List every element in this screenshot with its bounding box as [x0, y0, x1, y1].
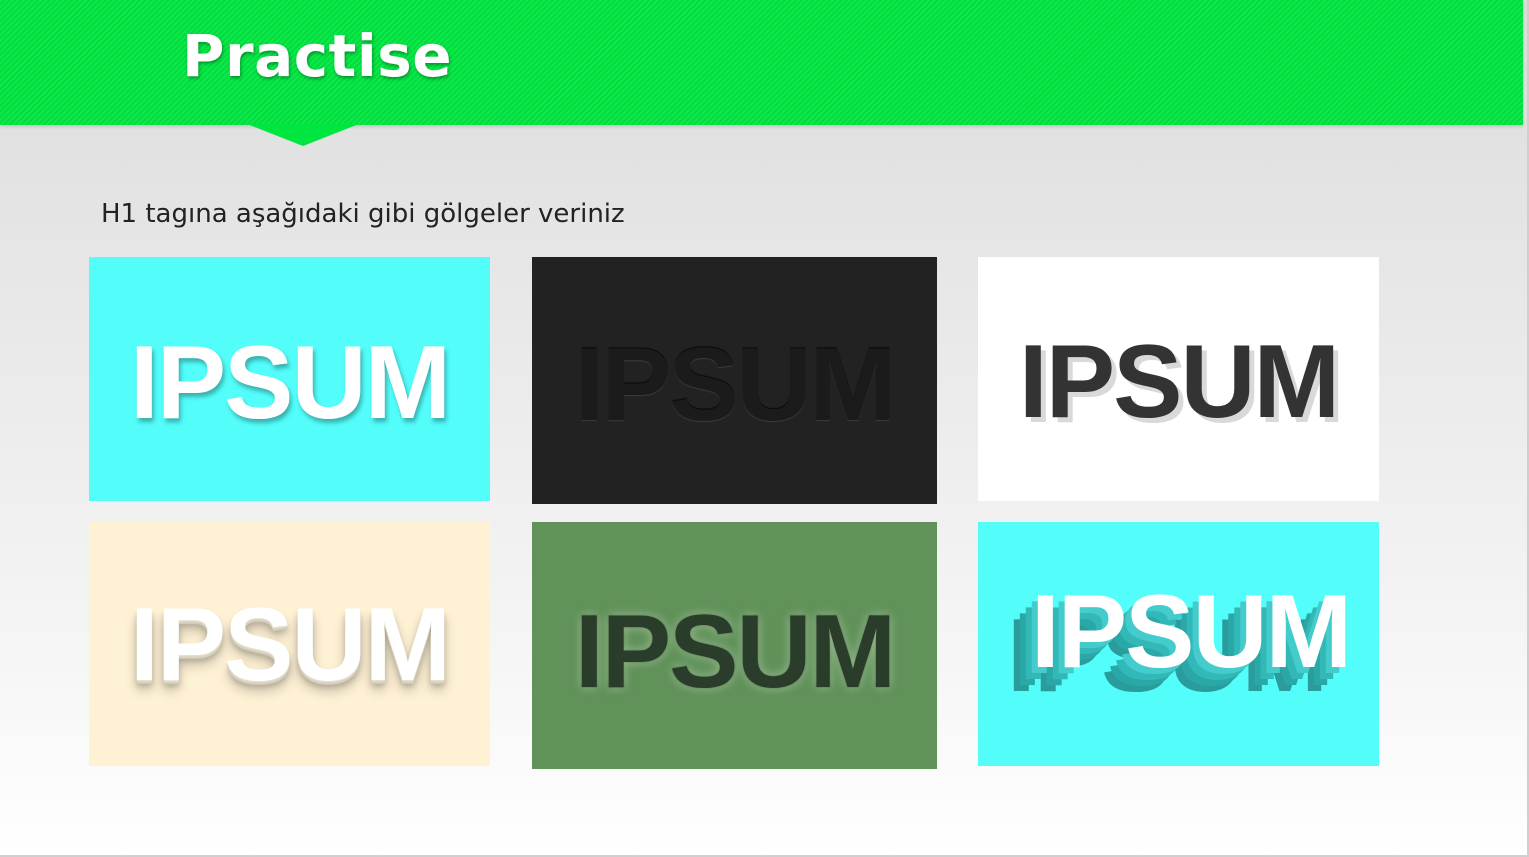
example-card-3d-depth-shadow: IPSUM	[89, 522, 490, 766]
example-card-dark-letterpress: IPSUM	[532, 257, 937, 504]
example-heading: IPSUM	[1018, 324, 1340, 440]
example-heading: IPSUM	[129, 325, 451, 441]
example-heading: IPSUM	[129, 587, 451, 703]
example-card-stacked-retro-shadow: IPSUM	[978, 522, 1379, 766]
example-heading: IPSUM	[574, 326, 896, 443]
example-card-glow-shadow: IPSUM	[532, 522, 937, 769]
slide-title: Practise	[182, 22, 453, 90]
example-card-hard-offset-shadow: IPSUM	[978, 257, 1379, 501]
slide-instruction: H1 tagına aşağıdaki gibi gölgeler verini…	[101, 199, 625, 229]
example-heading: IPSUM	[574, 593, 896, 710]
example-heading: IPSUM	[1030, 574, 1352, 690]
example-card-white-soft-shadow: IPSUM	[89, 257, 490, 501]
